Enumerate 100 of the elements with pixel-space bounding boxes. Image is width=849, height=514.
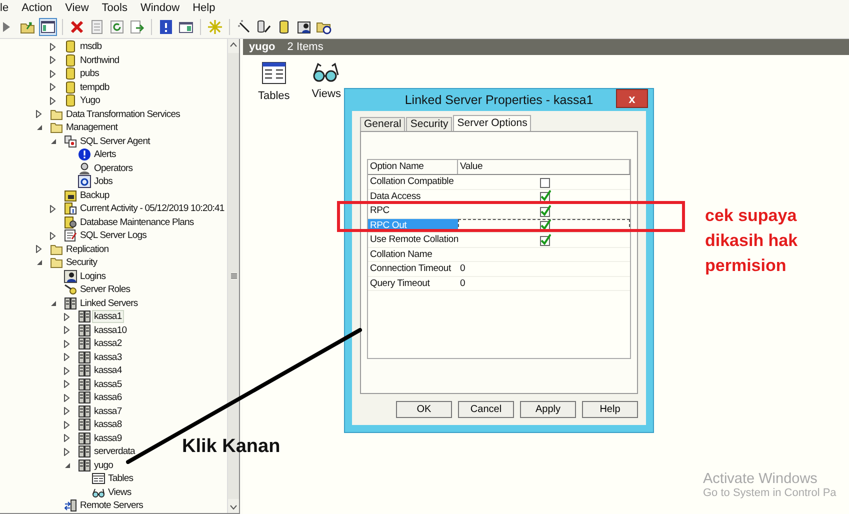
checked-checkbox[interactable] xyxy=(539,219,551,232)
remote-server-icon xyxy=(64,499,77,512)
tree-item[interactable]: yugo xyxy=(0,458,227,472)
tree-item[interactable]: Views xyxy=(0,486,227,499)
collapsed-arrow-icon[interactable] xyxy=(36,110,42,118)
tree-item[interactable]: Database Maintenance Plans xyxy=(0,216,227,229)
tree-item[interactable]: Backup xyxy=(0,188,227,202)
collapsed-arrow-icon[interactable] xyxy=(64,394,70,402)
menu-item[interactable]: Window xyxy=(140,1,180,15)
collapsed-arrow-icon[interactable] xyxy=(64,340,70,348)
tree-item[interactable]: Replication xyxy=(0,242,227,256)
dialog-button[interactable]: Apply xyxy=(520,401,576,418)
collapsed-arrow-icon[interactable] xyxy=(64,353,70,362)
database-edit-icon[interactable] xyxy=(256,19,272,35)
tree-item[interactable]: Remote Servers xyxy=(0,499,227,512)
tree-item[interactable]: kassa6 xyxy=(0,391,227,404)
collapsed-arrow-icon[interactable] xyxy=(64,434,70,442)
collapsed-arrow-icon[interactable] xyxy=(64,407,70,416)
tree-item[interactable]: Alerts xyxy=(0,148,227,162)
tree-item[interactable]: kassa1 xyxy=(0,310,227,324)
collapsed-arrow-icon[interactable] xyxy=(50,83,56,92)
server-icon xyxy=(78,337,91,350)
tree-item[interactable]: msdb xyxy=(0,40,227,54)
column-header[interactable]: Option Name xyxy=(368,160,458,174)
menu-item[interactable]: View xyxy=(65,1,89,15)
expanded-arrow-icon[interactable] xyxy=(36,259,43,266)
tree-item[interactable]: kassa8 xyxy=(0,418,227,432)
menu-item[interactable]: Tools xyxy=(102,1,128,15)
item-label[interactable]: Views xyxy=(312,88,341,100)
glasses-icon[interactable] xyxy=(313,62,340,82)
tab[interactable]: General xyxy=(360,117,406,131)
table-icon[interactable] xyxy=(262,62,286,84)
close-button[interactable]: x xyxy=(616,89,648,108)
delete-icon[interactable] xyxy=(69,19,85,35)
collapsed-arrow-icon[interactable] xyxy=(64,366,70,375)
dialog-button[interactable]: OK xyxy=(396,401,452,418)
wand-icon[interactable] xyxy=(236,19,252,35)
refresh-icon[interactable] xyxy=(109,19,125,35)
tree-item[interactable]: Data Transformation Services xyxy=(0,108,227,121)
tree-item[interactable]: Current Activity - 05/12/2019 10:20:41 xyxy=(0,202,227,216)
collapsed-arrow-icon[interactable] xyxy=(50,70,56,78)
tree-item[interactable]: Server Roles xyxy=(0,283,227,296)
tab[interactable]: Security xyxy=(406,117,452,131)
tree-item[interactable]: SQL Server Agent xyxy=(0,134,227,148)
collapsed-arrow-icon[interactable] xyxy=(50,204,56,213)
collapsed-arrow-icon[interactable] xyxy=(64,420,70,429)
column-header[interactable]: Value xyxy=(458,160,630,174)
collapsed-arrow-icon[interactable] xyxy=(50,96,56,105)
tree-item-label: SQL Server Agent xyxy=(79,134,152,148)
dialog-button[interactable]: Cancel xyxy=(458,401,514,418)
tree-item[interactable]: SQL Server Logs xyxy=(0,229,227,242)
tree-item[interactable]: kassa2 xyxy=(0,337,227,350)
collapsed-arrow-icon[interactable] xyxy=(50,56,56,64)
tree-item[interactable]: Yugo xyxy=(0,94,227,108)
tab[interactable]: Server Options xyxy=(453,115,532,131)
checked-checkbox[interactable] xyxy=(539,234,551,246)
tree-item[interactable]: kassa10 xyxy=(0,324,227,337)
tree-item[interactable]: Linked Servers xyxy=(0,296,227,310)
tree-item[interactable]: Northwind xyxy=(0,54,227,67)
console-tree-icon[interactable] xyxy=(40,19,56,35)
tree-item-label: kassa2 xyxy=(93,337,123,350)
collapsed-arrow-icon[interactable] xyxy=(50,42,56,51)
checkbox[interactable] xyxy=(539,176,551,188)
checked-checkbox[interactable] xyxy=(539,190,551,202)
tree-item[interactable]: Security xyxy=(0,256,227,270)
tree-item[interactable]: pubs xyxy=(0,67,227,80)
collapsed-arrow-icon[interactable] xyxy=(64,326,70,334)
collapsed-arrow-icon[interactable] xyxy=(64,312,70,321)
expanded-arrow-icon[interactable] xyxy=(50,300,57,307)
item-label[interactable]: Tables xyxy=(258,90,290,102)
tree-item-label: Logins xyxy=(79,270,107,283)
menu-item[interactable]: Help xyxy=(192,1,216,15)
expanded-arrow-icon[interactable] xyxy=(64,462,71,469)
users-icon[interactable] xyxy=(296,19,312,35)
expanded-arrow-icon[interactable] xyxy=(50,138,57,145)
collapsed-arrow-icon[interactable] xyxy=(36,245,42,254)
tree-item[interactable]: Tables xyxy=(0,472,227,486)
checked-checkbox[interactable] xyxy=(539,204,551,217)
properties-icon[interactable] xyxy=(89,19,105,35)
window-icon[interactable] xyxy=(178,19,194,35)
tree-item[interactable]: kassa3 xyxy=(0,350,227,364)
tree-item[interactable]: Operators xyxy=(0,162,227,175)
collapsed-arrow-icon[interactable] xyxy=(50,232,56,240)
dialog-button[interactable]: Help xyxy=(582,401,638,418)
export-icon[interactable] xyxy=(129,19,145,35)
tree-item[interactable]: Jobs xyxy=(0,175,227,188)
tree-item[interactable]: Logins xyxy=(0,270,227,283)
collapsed-arrow-icon[interactable] xyxy=(64,448,70,456)
tree-item[interactable]: kassa7 xyxy=(0,404,227,418)
expanded-arrow-icon[interactable] xyxy=(36,124,43,132)
tree-item[interactable]: tempdb xyxy=(0,80,227,94)
collapsed-arrow-icon[interactable] xyxy=(64,380,70,388)
menu-item[interactable]: le xyxy=(0,1,9,15)
menu-item[interactable]: Action xyxy=(22,1,52,15)
option-name: RPC xyxy=(369,204,390,218)
tree-item[interactable]: kassa5 xyxy=(0,378,227,391)
tree-item-label: Data Transformation Services xyxy=(65,108,181,121)
tree-item[interactable]: Management xyxy=(0,121,227,134)
folder-icon xyxy=(50,242,63,256)
tree-item[interactable]: kassa4 xyxy=(0,364,227,378)
